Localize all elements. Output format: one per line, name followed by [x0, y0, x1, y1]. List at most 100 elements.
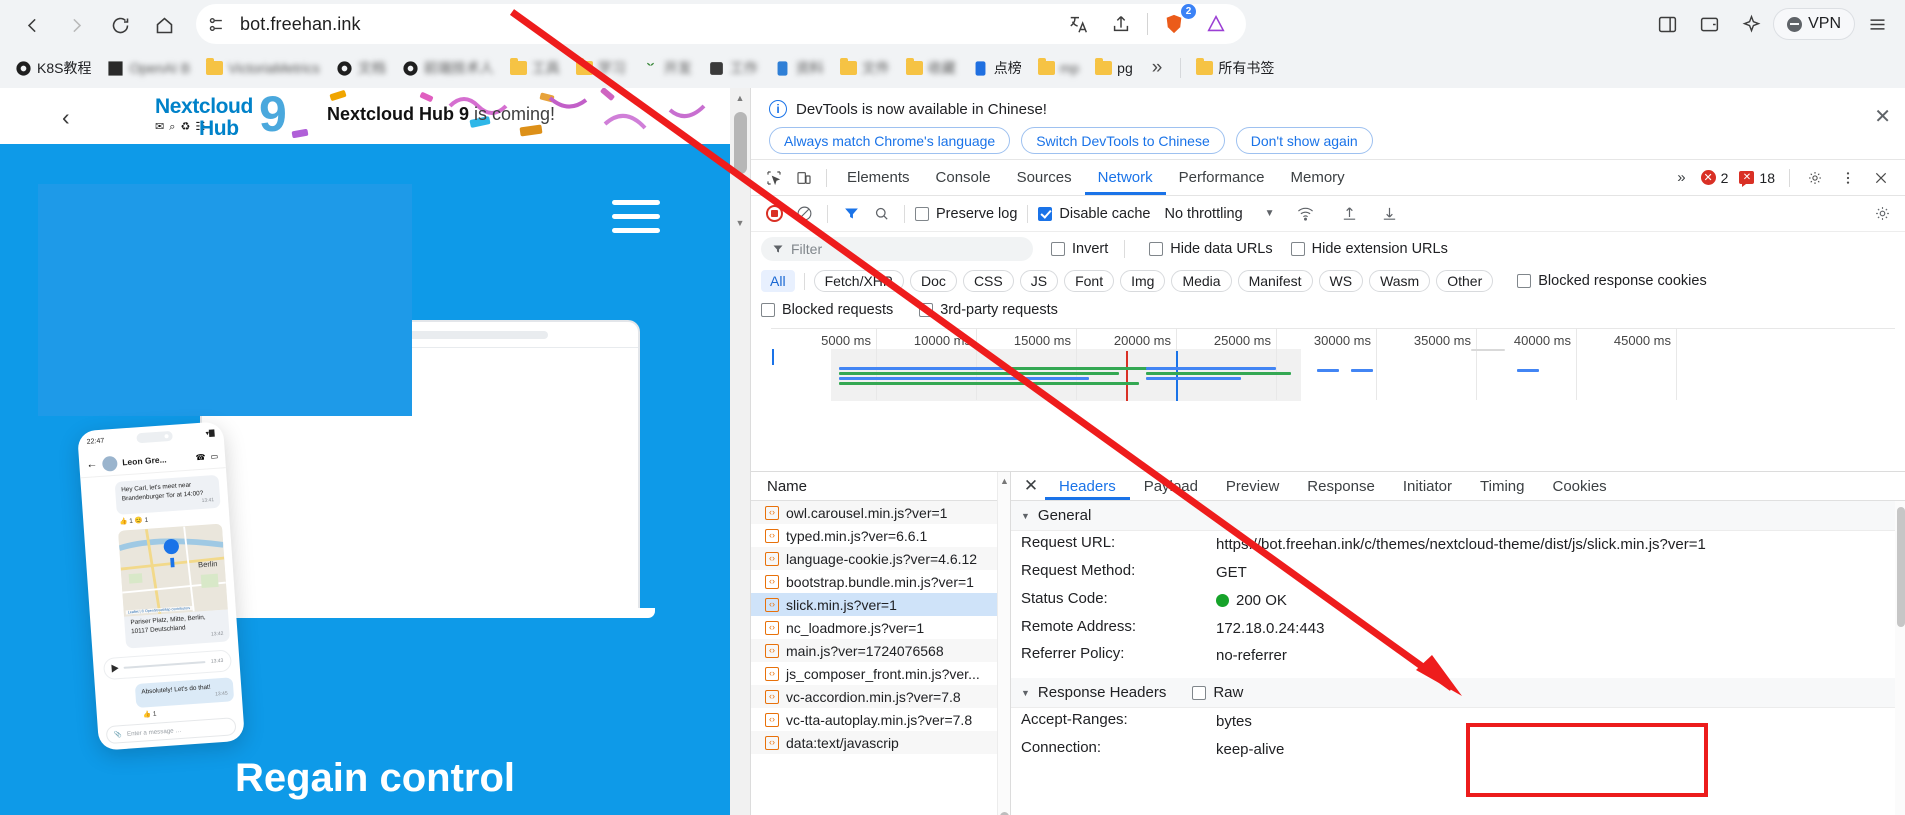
bookmark-item[interactable]: 学习 — [569, 53, 633, 83]
brave-shields-icon[interactable]: 2 — [1154, 4, 1196, 42]
reload-icon[interactable] — [100, 6, 140, 44]
details-scroll-thumb[interactable] — [1897, 507, 1905, 627]
hide-data-urls-checkbox[interactable]: Hide data URLs — [1149, 241, 1273, 257]
tab-memory[interactable]: Memory — [1278, 160, 1358, 195]
attach-icon[interactable]: 📎 — [114, 730, 122, 739]
export-har-icon[interactable] — [1377, 201, 1403, 227]
third-party-box[interactable] — [919, 303, 934, 317]
dont-show-again-button[interactable]: Don't show again — [1235, 127, 1373, 154]
bookmark-item[interactable]: 前端技术人 — [395, 53, 501, 83]
network-overview-timeline[interactable]: 5000 ms 10000 ms 15000 ms 20000 ms 25000… — [771, 328, 1895, 401]
list-item[interactable]: ‹› main.js?ver=1724076568 — [751, 639, 1010, 662]
chevron-down-icon[interactable]: ▼ — [1265, 208, 1275, 219]
header-value-status[interactable]: 200 OK — [1216, 590, 1905, 612]
tab-sources[interactable]: Sources — [1004, 160, 1085, 195]
notice-close-icon[interactable]: ✕ — [1874, 104, 1891, 129]
chip-css[interactable]: CSS — [962, 270, 1014, 292]
devtools-close-icon[interactable] — [1866, 164, 1896, 192]
header-value[interactable]: 172.18.0.24:443 — [1216, 618, 1905, 640]
list-item[interactable]: ‹› vc-tta-autoplay.min.js?ver=7.8 — [751, 708, 1010, 731]
hide-data-urls-box[interactable] — [1149, 242, 1164, 256]
tab-elements[interactable]: Elements — [834, 160, 923, 195]
bookmark-item[interactable]: 点榜 — [965, 53, 1029, 83]
bookmark-item[interactable]: 收藏 — [899, 53, 963, 83]
list-item[interactable]: ‹› nc_loadmore.js?ver=1 — [751, 616, 1010, 639]
bookmark-item[interactable]: 文档 — [329, 53, 393, 83]
filter-input[interactable]: Filter — [761, 237, 1033, 261]
scroll-up-arrow-icon[interactable]: ▲ — [998, 476, 1010, 486]
page-scrollbar-thumb[interactable] — [734, 112, 747, 174]
header-value[interactable]: no-referrer — [1216, 645, 1905, 667]
play-icon[interactable] — [111, 663, 119, 673]
tab-performance[interactable]: Performance — [1166, 160, 1278, 195]
chip-media[interactable]: Media — [1171, 270, 1232, 292]
network-settings-gear-icon[interactable] — [1869, 201, 1895, 227]
chip-js[interactable]: JS — [1019, 270, 1059, 292]
phone-audio-message[interactable]: 13:43 — [102, 648, 233, 680]
phone-call-icon[interactable]: ☎ — [195, 452, 206, 462]
always-match-language-button[interactable]: Always match Chrome's language — [769, 127, 1011, 154]
tab-timing[interactable]: Timing — [1466, 472, 1538, 500]
tab-headers[interactable]: Headers — [1045, 472, 1130, 500]
browser-menu-icon[interactable] — [1857, 5, 1897, 43]
details-scrollbar[interactable] — [1895, 501, 1905, 815]
settings-gear-icon[interactable] — [1800, 164, 1830, 192]
chip-fetch-xhr[interactable]: Fetch/XHR — [813, 270, 905, 292]
banner-prev-arrow-icon[interactable]: ‹ — [62, 104, 70, 131]
bookmark-item[interactable]: OpenAI B — [100, 53, 197, 83]
address-bar[interactable]: bot.freehan.ink 2 — [196, 4, 1246, 44]
bookmark-item[interactable]: 文件 — [833, 53, 897, 83]
phone-message-input[interactable]: 📎 Enter a message … — [105, 717, 237, 745]
back-arrow-icon[interactable] — [12, 6, 52, 44]
preserve-log-box[interactable] — [915, 206, 929, 221]
chip-doc[interactable]: Doc — [910, 270, 957, 292]
bookmark-item[interactable]: K8S教程 — [8, 53, 98, 83]
clear-network-log-icon[interactable] — [791, 201, 817, 227]
blocked-requests-checkbox[interactable]: Blocked requests — [761, 302, 893, 318]
list-item[interactable]: ‹› language-cookie.js?ver=4.6.12 — [751, 547, 1010, 570]
record-button[interactable] — [761, 201, 787, 227]
invert-box[interactable] — [1051, 242, 1065, 256]
blocked-response-cookies-checkbox[interactable]: Blocked response cookies — [1517, 273, 1707, 289]
tab-payload[interactable]: Payload — [1130, 472, 1212, 500]
tab-initiator[interactable]: Initiator — [1389, 472, 1466, 500]
share-icon[interactable] — [1101, 6, 1141, 42]
search-icon[interactable] — [868, 201, 894, 227]
chip-other[interactable]: Other — [1436, 270, 1494, 292]
disable-cache-box[interactable] — [1038, 206, 1053, 221]
details-close-icon[interactable]: ✕ — [1017, 476, 1045, 496]
hide-extension-urls-checkbox[interactable]: Hide extension URLs — [1290, 241, 1448, 257]
invert-checkbox[interactable]: Invert — [1051, 241, 1108, 257]
response-headers-section-header[interactable]: ▼ Response Headers Raw — [1011, 678, 1905, 708]
disable-cache-checkbox[interactable]: Disable cache — [1038, 206, 1150, 222]
bookmark-item[interactable]: 工作 — [701, 53, 765, 83]
chip-ws[interactable]: WS — [1318, 270, 1364, 292]
list-item[interactable]: ‹› data:text/javascrip — [751, 731, 1010, 754]
address-bar-url[interactable]: bot.freehan.ink — [240, 14, 361, 35]
request-list-scrollbar[interactable]: ▲ — [997, 472, 1010, 815]
list-item-selected[interactable]: ‹› slick.min.js?ver=1 — [751, 593, 1010, 616]
home-icon[interactable] — [144, 6, 184, 44]
throttling-select[interactable]: No throttling — [1164, 206, 1242, 222]
chip-font[interactable]: Font — [1064, 270, 1115, 292]
list-item[interactable]: ‹› vc-accordion.min.js?ver=7.8 — [751, 685, 1010, 708]
switch-devtools-language-button[interactable]: Switch DevTools to Chinese — [1021, 127, 1225, 154]
blocked-cookies-box[interactable] — [1517, 274, 1532, 288]
tab-preview[interactable]: Preview — [1212, 472, 1293, 500]
bookmark-item[interactable]: 开发 — [635, 53, 699, 83]
forward-arrow-icon[interactable] — [56, 6, 96, 44]
blocked-requests-box[interactable] — [761, 303, 775, 317]
bookmark-item[interactable]: VictoriaMetrics — [199, 53, 327, 83]
devtools-more-icon[interactable] — [1833, 164, 1863, 192]
bookmark-item[interactable]: mp — [1031, 53, 1086, 83]
general-section-header[interactable]: ▼ General — [1011, 501, 1905, 531]
tab-cookies[interactable]: Cookies — [1538, 472, 1620, 500]
list-item[interactable]: ‹› bootstrap.bundle.min.js?ver=1 — [751, 570, 1010, 593]
third-party-requests-checkbox[interactable]: 3rd-party requests — [919, 302, 1058, 318]
scroll-down-arrow-icon[interactable]: ▼ — [730, 213, 750, 232]
chip-img[interactable]: Img — [1120, 270, 1166, 292]
tabs-overflow-icon[interactable]: » — [1669, 160, 1693, 195]
chip-wasm[interactable]: Wasm — [1369, 270, 1431, 292]
chip-manifest[interactable]: Manifest — [1237, 270, 1313, 292]
preserve-log-checkbox[interactable]: Preserve log — [915, 206, 1017, 222]
